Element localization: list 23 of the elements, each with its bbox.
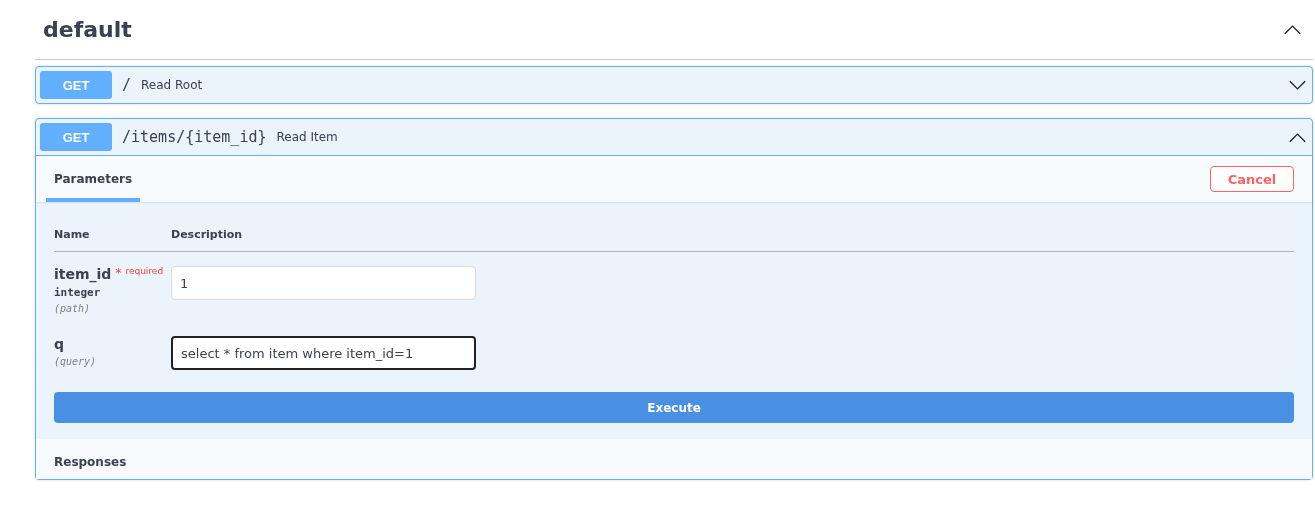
column-header: Name [54,228,91,241]
endpoint-path: / [122,76,132,94]
tab[interactable]: Parameters [46,160,141,202]
responses-heading: Responses [54,455,128,469]
parameter-name: q [54,336,65,352]
required-label: required [125,266,164,276]
parameter-type: integer [54,286,102,299]
endpoint-path: /items/{item_id} [122,128,267,146]
method-badge: GET [40,71,112,99]
parameter-location: (path) [54,303,92,314]
parameter-name: item_id [54,266,112,282]
column-header: Description [171,228,244,241]
chevron-up-icon[interactable] [1284,24,1301,35]
input-field[interactable]: select * from item where item_id=1 [171,336,476,370]
chevron-up-icon[interactable] [1289,131,1306,143]
method-badge: GET [40,123,112,151]
endpoint-summary: Read Root [141,78,204,92]
input-field[interactable]: 1 [171,266,476,300]
endpoint-summary: Read Item [276,130,339,144]
required-mark: * [115,266,122,280]
section-title[interactable]: default [43,17,132,42]
chevron-down-icon[interactable] [1289,79,1306,91]
parameter-location: (query) [54,356,98,367]
